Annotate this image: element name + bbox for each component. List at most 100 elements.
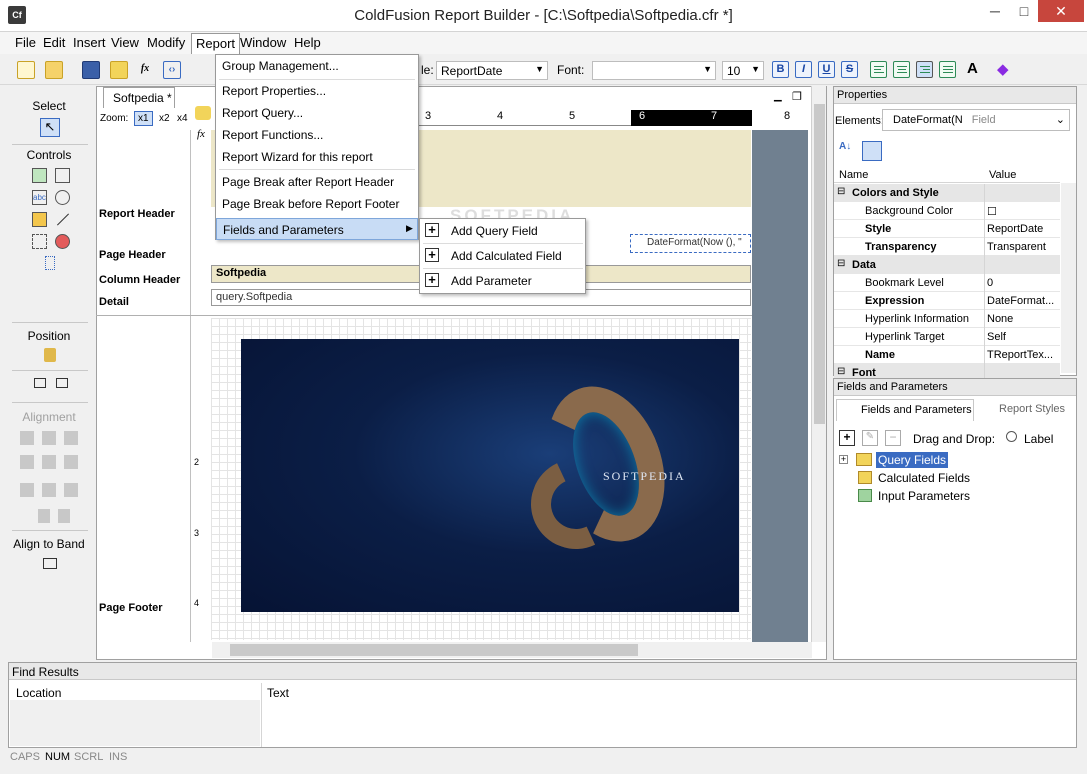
property-row[interactable]: Bookmark Level 0	[834, 274, 1060, 292]
ellipse-tool-icon[interactable]	[55, 190, 70, 205]
date-field[interactable]: DateFormat(Now (), "	[630, 234, 751, 253]
property-value[interactable]: Transparent	[987, 241, 1059, 253]
font-color-icon[interactable]: A	[967, 60, 978, 77]
sort-icon[interactable]: A↓	[839, 141, 857, 159]
italic-button[interactable]: I	[795, 61, 812, 78]
add-icon[interactable]: +	[839, 430, 855, 446]
strike-button[interactable]: S	[841, 61, 858, 78]
tree-query-fields[interactable]: Query Fields	[876, 452, 949, 468]
property-row[interactable]: Background Color ☐	[834, 202, 1060, 220]
align-edge-icons[interactable]	[20, 455, 84, 469]
collapse-icon[interactable]: ⊟	[837, 258, 845, 269]
zoom-x4[interactable]: x4	[174, 112, 191, 125]
property-row[interactable]: Hyperlink Information None	[834, 310, 1060, 328]
property-value[interactable]: Self	[987, 331, 1059, 343]
line-tool-icon[interactable]	[56, 213, 70, 226]
align-justify-icon[interactable]	[939, 61, 956, 78]
menu-modify[interactable]: Modify	[142, 35, 190, 50]
expand-icon[interactable]: +	[839, 455, 848, 464]
code-icon[interactable]: ‹›	[163, 61, 181, 79]
document-tab[interactable]: Softpedia *	[103, 87, 175, 108]
band-report-header[interactable]: Report Header	[99, 208, 175, 220]
bold-button[interactable]: B	[772, 61, 789, 78]
property-row[interactable]: Transparency Transparent	[834, 238, 1060, 256]
zoom-x1[interactable]: x1	[134, 111, 153, 126]
menu-fields-and-parameters[interactable]: Fields and Parameters	[216, 218, 418, 240]
elements-combo[interactable]: DateFormat(N Field ⌄	[882, 109, 1070, 131]
align-center-icon[interactable]	[893, 61, 910, 78]
menu-report-query[interactable]: Report Query...	[216, 102, 418, 124]
menu-insert[interactable]: Insert	[68, 35, 111, 50]
property-value[interactable]: 0	[987, 277, 1059, 289]
property-row[interactable]: Hyperlink Target Self	[834, 328, 1060, 346]
font-size-combo[interactable]: 10 ▼	[722, 61, 764, 80]
style-combo[interactable]: ReportDate ▼	[436, 61, 548, 80]
band-detail[interactable]: Detail	[99, 296, 129, 308]
size-icons[interactable]	[20, 483, 84, 497]
props-scrollbar[interactable]	[1061, 183, 1076, 373]
tab-report-styles[interactable]: Report Styles	[979, 403, 1065, 415]
scroll-thumb[interactable]	[230, 644, 638, 656]
menu-report[interactable]: Report	[191, 33, 241, 54]
menu-group-management[interactable]: Group Management...	[216, 55, 418, 77]
font-combo[interactable]: ▼	[592, 61, 716, 80]
align-left-icon[interactable]	[870, 61, 887, 78]
menu-help[interactable]: Help	[289, 35, 326, 50]
property-row[interactable]: Expression DateFormat...	[834, 292, 1060, 310]
band-page-header[interactable]: Page Header	[99, 249, 166, 261]
menu-edit[interactable]: Edit	[38, 35, 70, 50]
band-column-header[interactable]: Column Header	[99, 274, 180, 286]
send-back-icon[interactable]	[56, 378, 68, 388]
open-icon[interactable]	[45, 61, 63, 79]
image-tool-icon[interactable]	[32, 168, 47, 183]
subreport-tool-icon[interactable]	[32, 234, 47, 249]
menu-window[interactable]: Window	[235, 35, 291, 50]
property-category[interactable]: ⊟ Data	[834, 256, 1060, 274]
band-page-footer[interactable]: Page Footer	[99, 602, 163, 614]
vertical-scrollbar[interactable]	[811, 86, 826, 642]
field-tool-icon[interactable]	[32, 212, 47, 227]
menu-file[interactable]: File	[10, 35, 41, 50]
menu-view[interactable]: View	[106, 35, 144, 50]
property-row[interactable]: Style ReportDate	[834, 220, 1060, 238]
collapse-icon[interactable]: ⊟	[837, 366, 845, 377]
menu-page-break-after[interactable]: Page Break after Report Header	[216, 171, 418, 193]
doc-restore-icon[interactable]: ❐	[792, 90, 802, 103]
property-category[interactable]: ⊟ Colors and Style	[834, 184, 1060, 202]
tree-calculated-fields[interactable]: Calculated Fields	[878, 471, 970, 485]
align-right-icon[interactable]	[916, 61, 933, 78]
chart-tool-icon[interactable]	[55, 234, 70, 249]
bring-front-icon[interactable]	[34, 378, 46, 388]
report-image[interactable]: SOFTPEDIA	[241, 339, 739, 612]
property-value[interactable]: ReportDate	[987, 223, 1059, 235]
property-value[interactable]: DateFormat...	[987, 295, 1059, 307]
minimize-button[interactable]: ─	[980, 0, 1010, 22]
property-row[interactable]: Name TReportTex...	[834, 346, 1060, 364]
close-button[interactable]: ✕	[1038, 0, 1084, 22]
pointer-tool-icon[interactable]: ↖	[40, 118, 60, 137]
label-radio[interactable]	[1006, 431, 1017, 442]
doc-minimize-icon[interactable]: ▁	[774, 91, 782, 102]
menu-report-functions[interactable]: Report Functions...	[216, 124, 418, 146]
new-icon[interactable]	[17, 61, 35, 79]
menu-page-break-before[interactable]: Page Break before Report Footer	[216, 193, 418, 215]
menu-add-query-field[interactable]: + Add Query Field	[420, 219, 585, 243]
align-band-icon[interactable]	[43, 558, 57, 569]
zoom-x2[interactable]: x2	[156, 112, 173, 125]
property-value[interactable]: TReportTex...	[987, 349, 1059, 361]
collapse-icon[interactable]: ⊟	[837, 186, 845, 197]
spacing-icons[interactable]	[38, 509, 70, 523]
lock-icon[interactable]	[44, 348, 56, 362]
function-icon[interactable]: fx	[136, 61, 154, 79]
save-icon[interactable]	[82, 61, 100, 79]
edit-icon[interactable]: ✎	[862, 430, 878, 446]
property-value[interactable]: ☐	[987, 205, 1059, 218]
tree-input-parameters[interactable]: Input Parameters	[878, 489, 970, 503]
query-icon[interactable]	[110, 61, 128, 79]
menu-report-wizard[interactable]: Report Wizard for this report	[216, 146, 418, 168]
categorize-icon[interactable]	[862, 141, 882, 161]
tab-fields-parameters[interactable]: Fields and Parameters	[836, 399, 974, 421]
menu-report-properties[interactable]: Report Properties...	[216, 80, 418, 102]
text-tool-icon[interactable]: abc	[32, 190, 47, 205]
remove-icon[interactable]: −	[885, 430, 901, 446]
